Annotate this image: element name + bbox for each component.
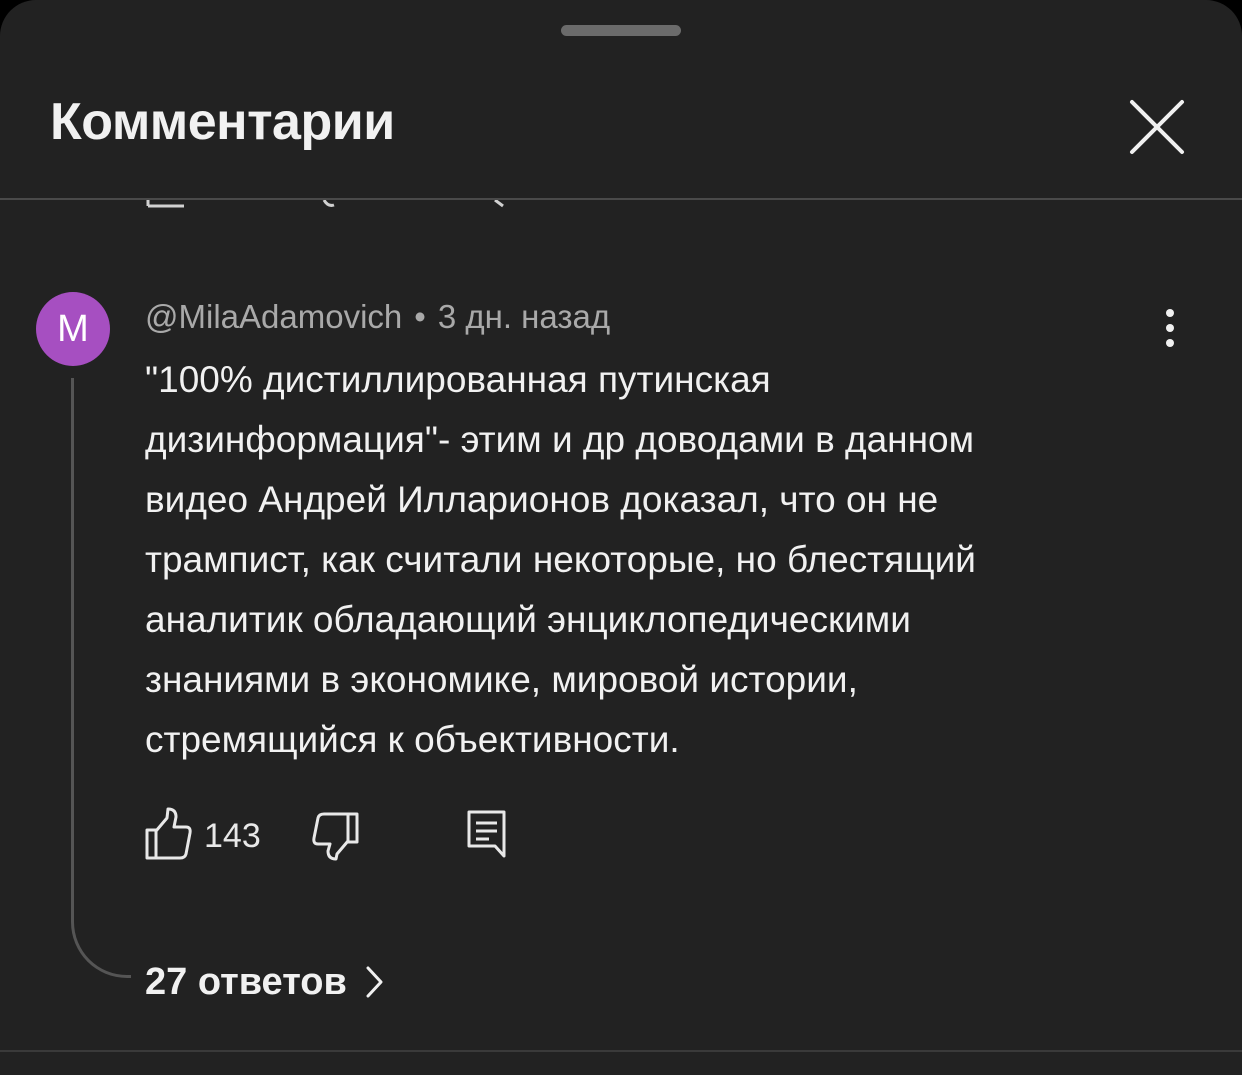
- comment-text: "100% дистиллированная путинская дизинфо…: [145, 359, 976, 760]
- previous-comment-like-icon: [146, 200, 186, 208]
- header-divider: [0, 198, 1242, 200]
- chevron-right-icon: [366, 966, 383, 998]
- close-button[interactable]: [1122, 92, 1192, 162]
- like-button[interactable]: [143, 806, 193, 862]
- like-count: 143: [204, 817, 261, 855]
- thumbs-up-icon: [145, 807, 192, 860]
- previous-comment-dislike-icon: [322, 200, 336, 208]
- dislike-button[interactable]: [311, 806, 361, 862]
- more-vertical-icon: [1166, 309, 1174, 347]
- more-options-button[interactable]: [1150, 306, 1190, 350]
- comment-meta: @MilaAdamovich • 3 дн. назад: [145, 296, 610, 338]
- previous-comment-reply-icon: [492, 200, 506, 208]
- view-replies-button[interactable]: 27 ответов: [145, 954, 385, 1010]
- comments-sheet: Комментарии M @MilaAdamovich • 3 дн. назад: [0, 0, 1242, 1075]
- replies-count-label: 27 ответов: [145, 960, 347, 1003]
- reply-button[interactable]: [465, 806, 509, 862]
- sheet-title: Комментарии: [50, 93, 395, 151]
- thread-connector-line: [71, 378, 131, 978]
- comment-reply-icon: [467, 810, 506, 858]
- comment-time: 3 дн. назад: [437, 298, 611, 335]
- thumbs-down-icon: [312, 812, 359, 861]
- avatar[interactable]: M: [36, 292, 110, 366]
- bottom-divider: [0, 1050, 1242, 1052]
- comment-author[interactable]: @MilaAdamovich: [145, 298, 402, 335]
- drag-handle[interactable]: [561, 25, 681, 36]
- meta-separator: •: [414, 298, 426, 335]
- close-icon: [1130, 100, 1184, 154]
